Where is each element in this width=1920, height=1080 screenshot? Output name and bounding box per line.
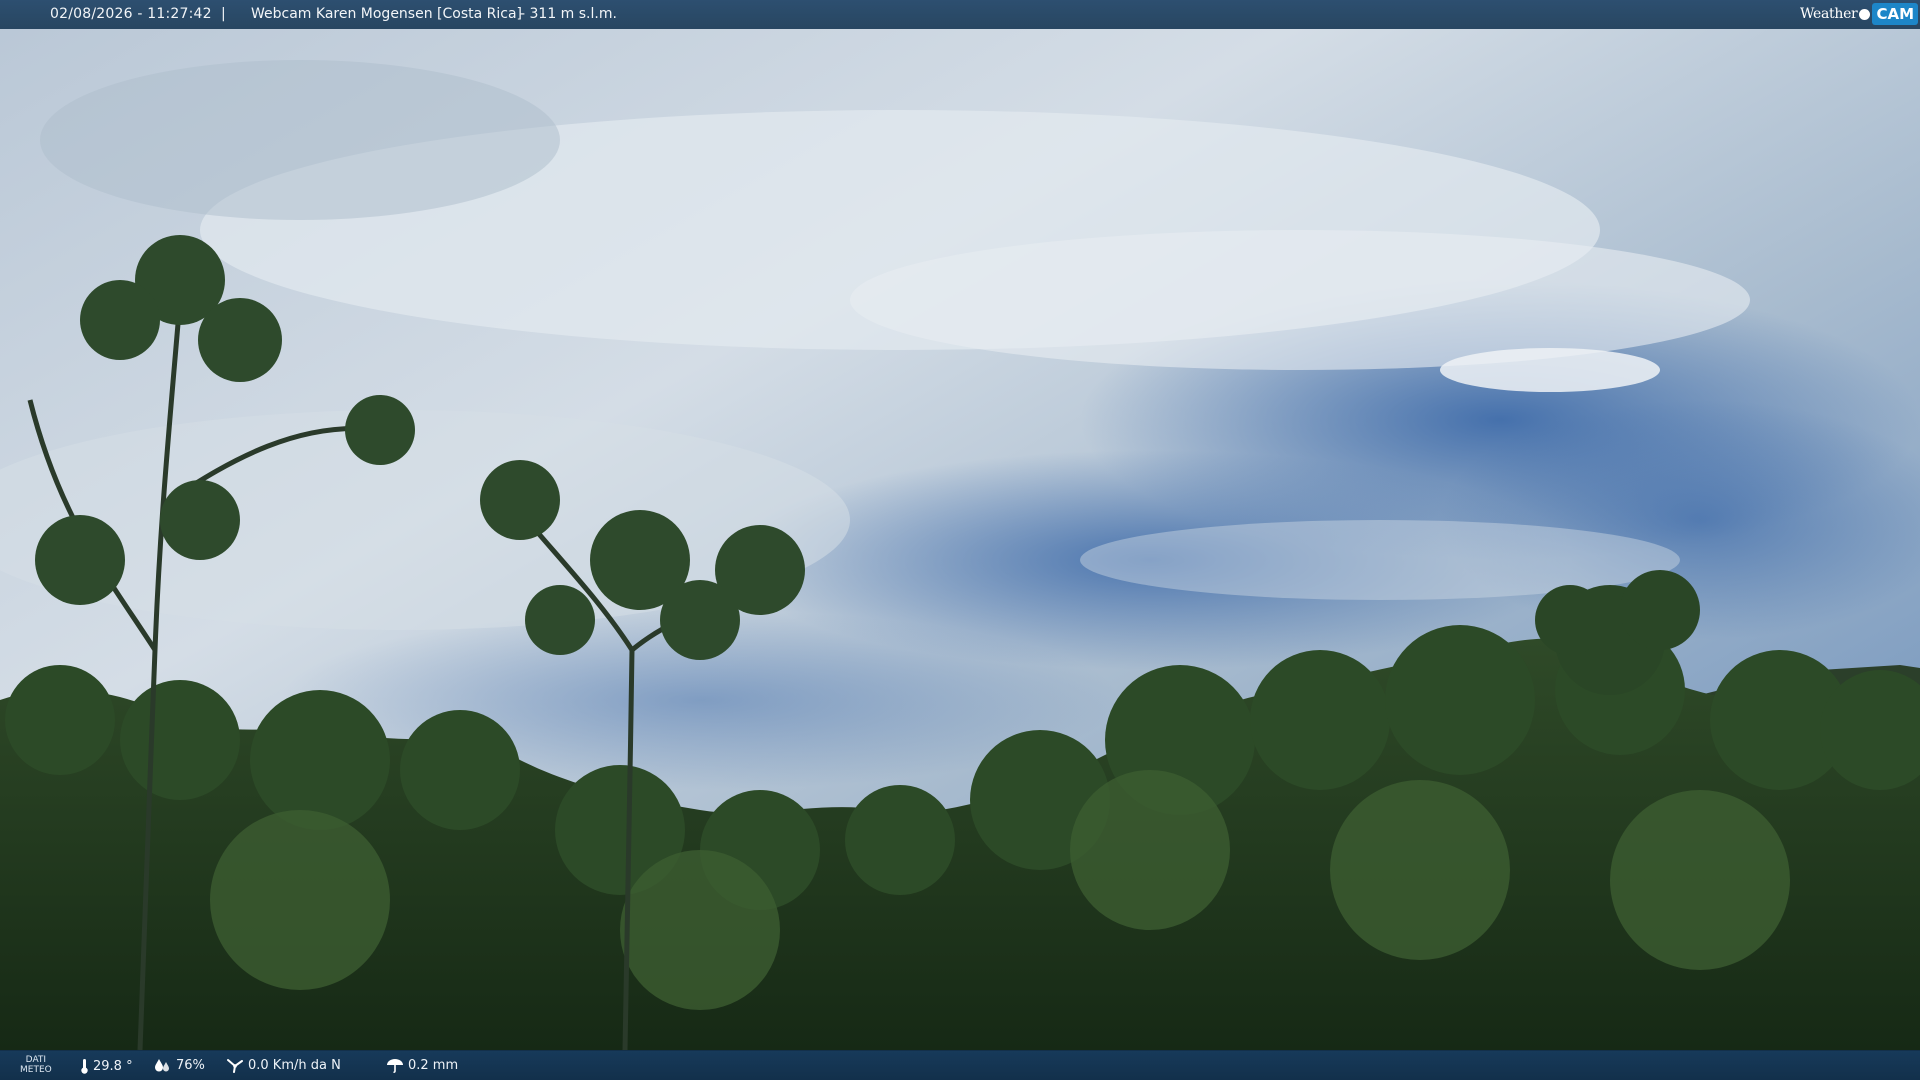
weather-data-bar: DATI METEO 29.8 ° 76% 0.0 Km/h da N 0.2 … xyxy=(0,1051,1920,1080)
logo-weather-text: Weather xyxy=(1800,6,1858,22)
thermometer-icon xyxy=(81,1059,88,1074)
temperature-reading: 29.8 ° xyxy=(80,1058,133,1074)
rain-reading: 0.2 mm xyxy=(386,1058,458,1073)
humidity-drop-icon xyxy=(155,1059,169,1072)
temperature-value: 29.8 ° xyxy=(93,1058,133,1074)
rain-icon xyxy=(387,1059,403,1073)
header-separator: | xyxy=(221,6,226,22)
logo-cam-text: CAM xyxy=(1872,3,1918,25)
weathercam-logo[interactable]: Weather CAM xyxy=(1800,1,1918,27)
webcam-frame: 02/08/2026 - 11:27:42 | Webcam Karen Mog… xyxy=(0,0,1920,1080)
logo-dot-icon xyxy=(1859,8,1871,20)
humidity-value: 76% xyxy=(176,1058,205,1073)
wind-icon xyxy=(227,1059,243,1073)
altitude: - 311 m s.l.m. xyxy=(520,6,617,22)
rain-value: 0.2 mm xyxy=(408,1058,459,1073)
dati-meteo-label: DATI METEO xyxy=(20,1055,52,1075)
webcam-image xyxy=(0,0,1920,1080)
timestamp: 02/08/2026 - 11:27:42 xyxy=(50,6,212,22)
top-info-bar: 02/08/2026 - 11:27:42 | Webcam Karen Mog… xyxy=(0,0,1920,29)
camera-name: Webcam Karen Mogensen [Costa Rica] xyxy=(251,6,523,22)
wind-value: 0.0 Km/h da N xyxy=(248,1058,341,1073)
wind-reading: 0.0 Km/h da N xyxy=(226,1058,341,1073)
humidity-reading: 76% xyxy=(154,1058,205,1073)
